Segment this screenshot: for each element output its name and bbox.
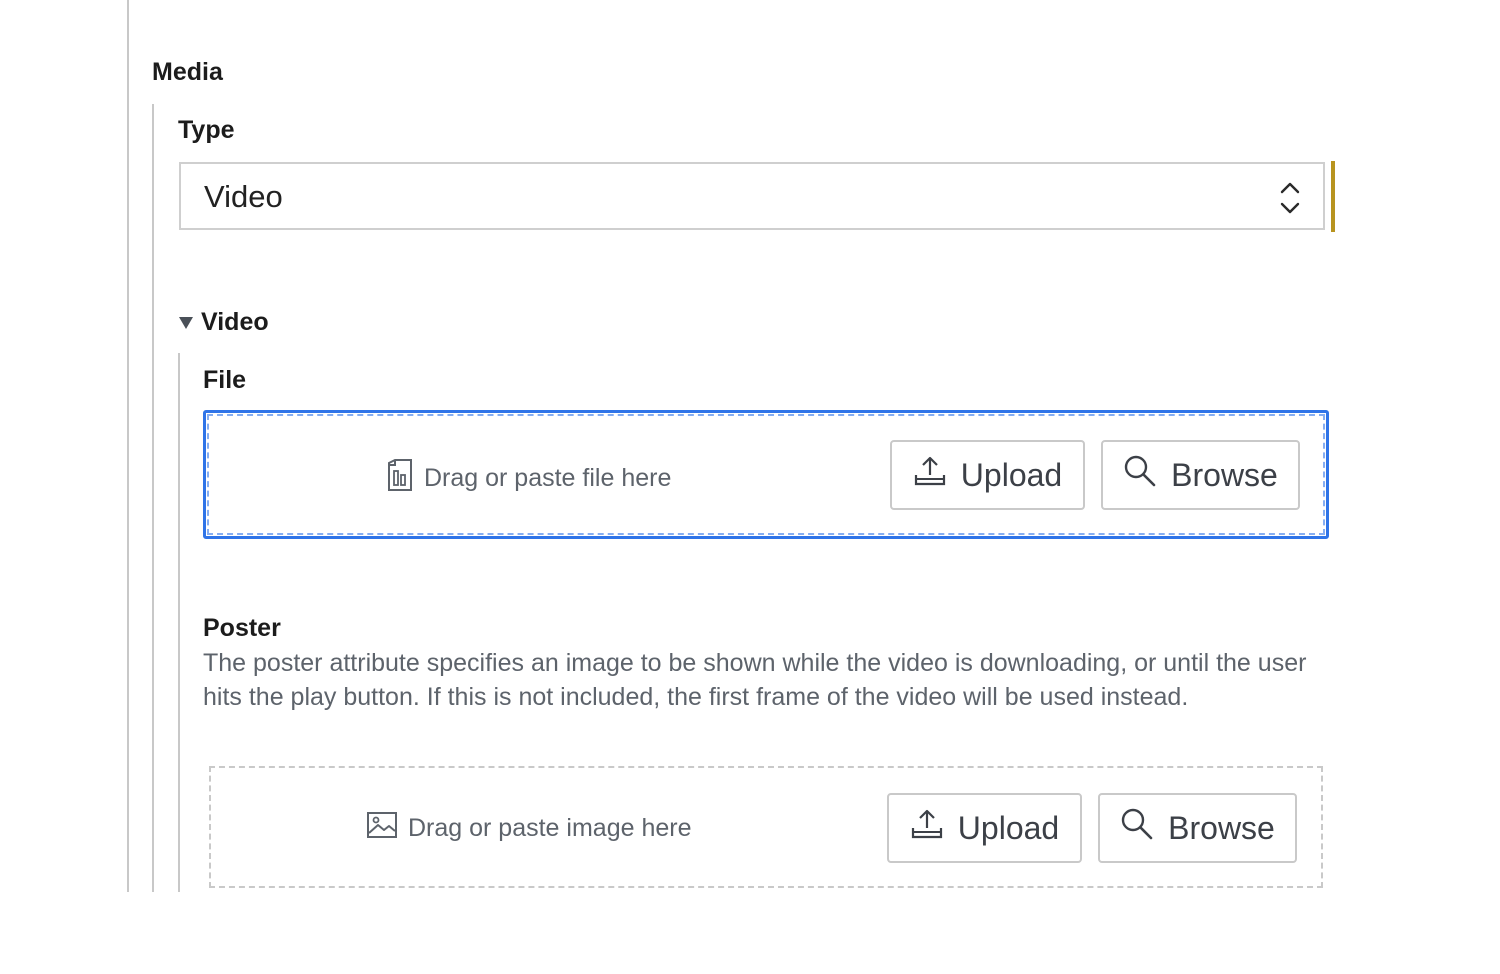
poster-field-description: The poster attribute specifies an image … bbox=[203, 649, 1307, 711]
media-editor: Media Type Video Video File Drag or past… bbox=[0, 0, 1500, 974]
file-field-label: File bbox=[203, 366, 247, 394]
upload-icon bbox=[913, 455, 961, 495]
file-dropzone-hint: Drag or paste file here bbox=[386, 457, 671, 500]
video-group-label: Video bbox=[201, 307, 269, 336]
nesting-rule-level-1 bbox=[127, 0, 129, 892]
field-accent-indicator bbox=[1331, 161, 1335, 232]
video-group-toggle[interactable]: Video bbox=[179, 306, 269, 338]
file-upload-button[interactable]: Upload bbox=[890, 440, 1085, 510]
nesting-rule-level-3 bbox=[178, 353, 180, 892]
file-browse-label: Browse bbox=[1171, 456, 1278, 493]
type-select[interactable]: Video bbox=[179, 162, 1325, 230]
poster-dropzone-hint: Drag or paste image here bbox=[366, 811, 691, 846]
nesting-rule-level-2 bbox=[152, 104, 154, 892]
file-chart-icon bbox=[386, 457, 424, 500]
triangle-down-icon bbox=[179, 317, 193, 329]
media-section-label: Media bbox=[152, 58, 223, 86]
poster-upload-button[interactable]: Upload bbox=[887, 793, 1082, 863]
poster-field-label: Poster bbox=[203, 614, 281, 642]
type-field-label: Type bbox=[178, 116, 235, 144]
file-dropzone[interactable]: Drag or paste file here Upload Browse bbox=[203, 410, 1329, 539]
image-icon bbox=[366, 811, 408, 846]
file-dropzone-hint-text: Drag or paste file here bbox=[424, 464, 672, 492]
upload-icon bbox=[910, 808, 958, 848]
poster-dropzone[interactable]: Drag or paste image here Upload Browse bbox=[209, 766, 1323, 888]
poster-upload-label: Upload bbox=[957, 809, 1060, 846]
type-select-value: Video bbox=[204, 179, 283, 214]
search-icon bbox=[1123, 454, 1171, 496]
search-icon bbox=[1120, 807, 1168, 849]
poster-dropzone-hint-text: Drag or paste image here bbox=[408, 814, 692, 842]
chevron-up-down-icon bbox=[1279, 180, 1301, 216]
poster-browse-label: Browse bbox=[1168, 809, 1275, 846]
file-browse-button[interactable]: Browse bbox=[1101, 440, 1300, 510]
poster-browse-button[interactable]: Browse bbox=[1098, 793, 1297, 863]
file-upload-label: Upload bbox=[960, 456, 1063, 493]
